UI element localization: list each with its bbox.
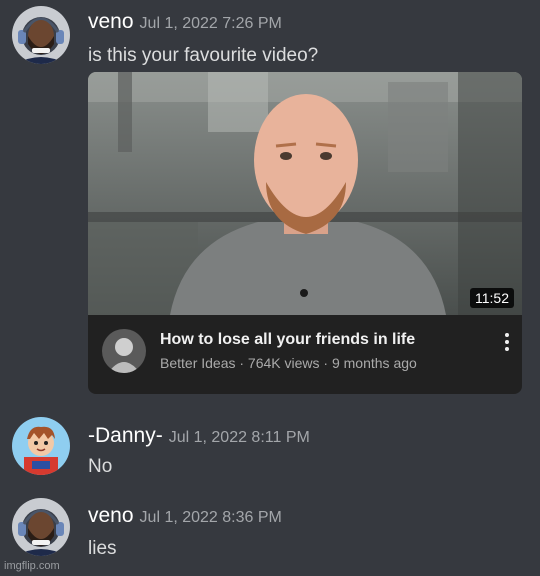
bearded-man-headphones-avatar[interactable] xyxy=(12,6,70,64)
bearded-man-headphones-avatar[interactable] xyxy=(12,498,70,556)
video-title[interactable]: How to lose all your friends in life xyxy=(160,331,415,349)
message-danny: -Danny- Jul 1, 2022 8:11 PM No xyxy=(0,410,540,490)
message-header: -Danny- Jul 1, 2022 8:11 PM xyxy=(88,424,310,448)
message-text: lies xyxy=(88,538,117,559)
author-name[interactable]: veno xyxy=(88,10,134,33)
video-embed[interactable]: 11:52 How to lose all your friends in li… xyxy=(88,72,522,394)
message-veno-2: veno Jul 1, 2022 8:36 PM lies xyxy=(0,492,540,576)
author-name[interactable]: veno xyxy=(88,504,134,527)
bald-man-thumbnail[interactable]: 11:52 xyxy=(88,72,522,315)
message-text: is this your favourite video? xyxy=(88,45,319,66)
video-duration: 11:52 xyxy=(470,288,514,308)
message-text: No xyxy=(88,456,113,477)
chat-window: veno Jul 1, 2022 7:26 PM is this your fav… xyxy=(0,0,540,576)
watermark: imgflip.com xyxy=(4,560,60,572)
cartoon-boy-avatar[interactable] xyxy=(12,417,70,475)
channel-avatar-icon[interactable] xyxy=(102,329,146,373)
video-meta: Better Ideas · 764K views · 9 months ago xyxy=(160,355,417,371)
kebab-menu-icon[interactable] xyxy=(500,331,514,353)
message-header: veno Jul 1, 2022 7:26 PM xyxy=(88,10,282,34)
author-name[interactable]: -Danny- xyxy=(88,424,163,447)
message-header: veno Jul 1, 2022 8:36 PM xyxy=(88,504,282,528)
timestamp: Jul 1, 2022 7:26 PM xyxy=(139,15,282,32)
message-veno-1: veno Jul 1, 2022 7:26 PM is this your fav… xyxy=(0,0,540,400)
timestamp: Jul 1, 2022 8:36 PM xyxy=(139,509,282,526)
timestamp: Jul 1, 2022 8:11 PM xyxy=(168,429,310,446)
